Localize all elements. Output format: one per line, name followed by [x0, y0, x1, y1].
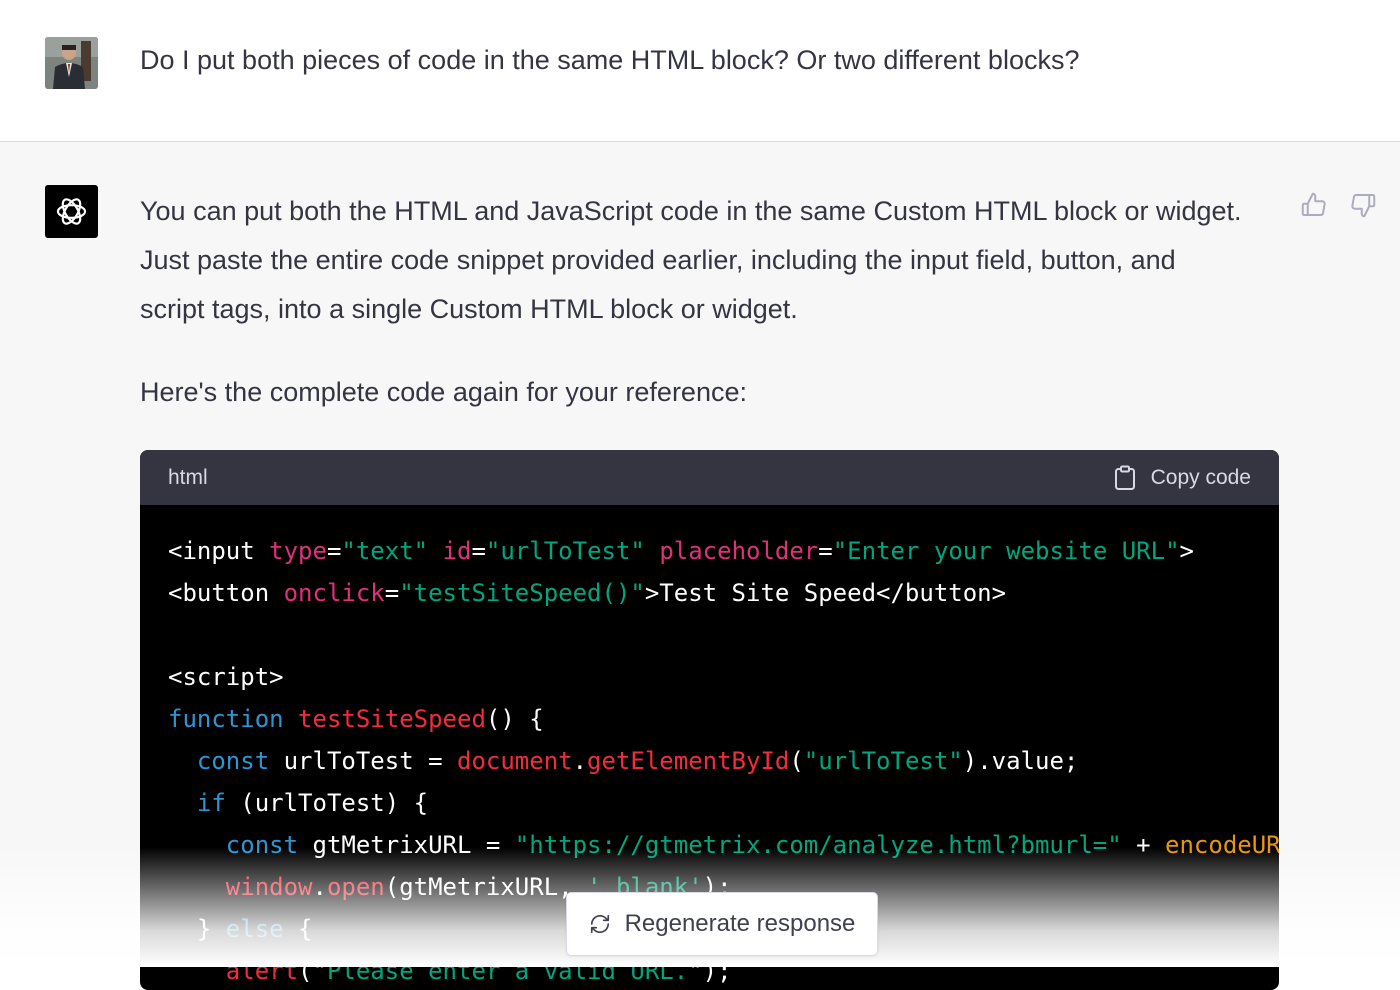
code-line: if (urlToTest) { — [168, 782, 1279, 824]
code-token: onclick — [284, 579, 385, 607]
code-token: () { — [486, 705, 544, 733]
openai-logo-icon — [53, 193, 90, 230]
user-message-row: Do I put both pieces of code in the same… — [0, 0, 1400, 142]
refresh-icon — [589, 913, 611, 935]
code-token: getElementById — [587, 747, 789, 775]
thumbs-down-icon — [1348, 190, 1378, 220]
user-avatar — [45, 37, 98, 89]
code-token: <script> — [168, 663, 284, 691]
assistant-paragraph: script tags, into a single Custom HTML b… — [140, 285, 798, 334]
code-token: ).value; — [963, 747, 1079, 775]
code-token — [168, 747, 197, 775]
code-token: "Enter your website URL" — [833, 537, 1180, 565]
code-token: type — [269, 537, 327, 565]
code-token: urlToTest = — [269, 747, 457, 775]
code-line: <script> — [168, 656, 1279, 698]
code-token: id — [443, 537, 472, 565]
code-token: "urlToTest" — [804, 747, 963, 775]
code-token: . — [573, 747, 587, 775]
code-token: <input — [168, 537, 269, 565]
code-token: document — [457, 747, 573, 775]
copy-code-button[interactable]: Copy code — [1113, 463, 1251, 493]
code-token: = — [327, 537, 341, 565]
assistant-avatar — [45, 185, 98, 238]
code-token: "testSiteSpeed()" — [399, 579, 645, 607]
code-token: "urlToTest" — [486, 537, 645, 565]
clipboard-icon — [1113, 465, 1137, 491]
code-token — [168, 789, 197, 817]
regenerate-response-label: Regenerate response — [625, 910, 856, 938]
code-line: <button onclick="testSiteSpeed()">Test S… — [168, 572, 1279, 614]
code-token: (urlToTest) { — [226, 789, 428, 817]
code-token: if — [197, 789, 226, 817]
assistant-message-row: You can put both the HTML and JavaScript… — [0, 142, 1400, 967]
code-token: = — [818, 537, 832, 565]
code-language-label: html — [168, 464, 208, 492]
code-token: = — [385, 579, 399, 607]
code-token: const — [197, 747, 269, 775]
assistant-paragraph: You can put both the HTML and JavaScript… — [140, 187, 1242, 236]
code-token: testSiteSpeed — [298, 705, 486, 733]
code-token: >Test Site Speed</button> — [645, 579, 1006, 607]
code-token — [645, 537, 659, 565]
thumbs-down-button[interactable] — [1348, 190, 1378, 220]
thumbs-up-icon — [1299, 190, 1329, 220]
code-token — [428, 537, 442, 565]
thumbs-up-button[interactable] — [1299, 190, 1329, 220]
code-line: const urlToTest = document.getElementByI… — [168, 740, 1279, 782]
code-line — [168, 614, 1279, 656]
assistant-paragraph: Just paste the entire code snippet provi… — [140, 236, 1176, 285]
user-message-text: Do I put both pieces of code in the same… — [140, 40, 1079, 80]
code-line: <input type="text" id="urlToTest" placeh… — [168, 530, 1279, 572]
user-photo-avatar-icon — [45, 37, 98, 89]
code-token: "text" — [341, 537, 428, 565]
code-block-header: html Copy code — [140, 450, 1279, 505]
regenerate-response-button[interactable]: Regenerate response — [566, 892, 878, 956]
code-token: <button — [168, 579, 284, 607]
code-token: ( — [789, 747, 803, 775]
code-token: = — [471, 537, 485, 565]
code-token: function — [168, 705, 284, 733]
copy-code-label: Copy code — [1151, 466, 1251, 490]
code-token: placeholder — [659, 537, 818, 565]
code-token — [284, 705, 298, 733]
code-line: function testSiteSpeed() { — [168, 698, 1279, 740]
assistant-paragraph: Here's the complete code again for your … — [140, 368, 747, 417]
code-token: > — [1180, 537, 1194, 565]
